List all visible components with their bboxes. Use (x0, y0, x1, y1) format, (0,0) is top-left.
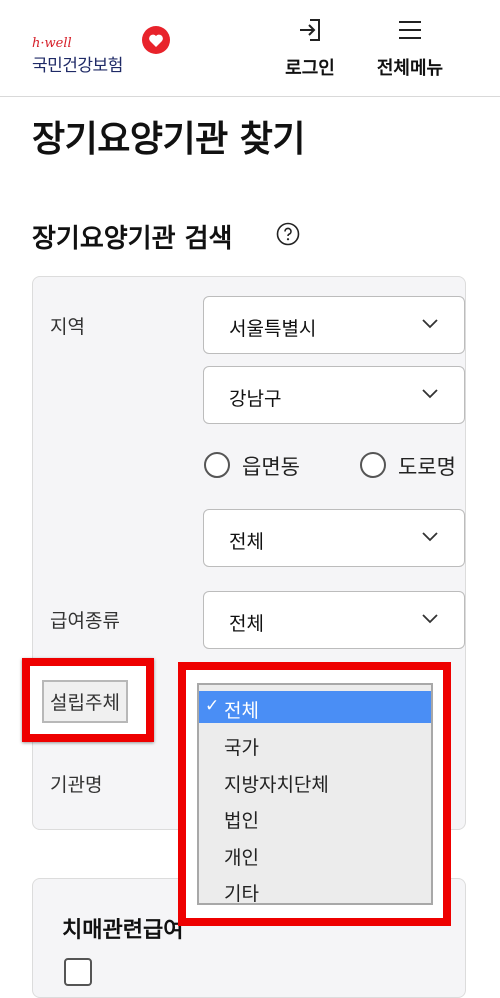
radio-circle[interactable] (204, 452, 230, 478)
founder-options-list[interactable]: ✓ 전체 국가 지방자치단체 법인 개인 기타 (197, 683, 433, 905)
founder-label-highlight: 설립주체 (22, 658, 154, 742)
region-city-value: 서울특별시 (229, 318, 317, 340)
benefit-type-select[interactable]: 전체 (203, 591, 465, 649)
region-sub-select[interactable]: 전체 (203, 509, 465, 567)
region-district-select[interactable]: 강남구 (203, 366, 465, 424)
benefit-type-label: 급여종류 (50, 610, 120, 632)
option-label: 법인 (224, 810, 259, 832)
chevron-down-icon (422, 319, 438, 329)
option-label: 개인 (224, 847, 259, 869)
region-sub-value: 전체 (229, 531, 264, 553)
option-local-government[interactable]: 지방자치단체 (199, 765, 431, 797)
option-label: 국가 (224, 737, 259, 759)
founder-dropdown-highlight: ✓ 전체 국가 지방자치단체 법인 개인 기타 (178, 662, 451, 926)
chevron-down-icon (422, 614, 438, 624)
option-label: 전체 (224, 700, 259, 722)
logo-hwell-text: h·well (32, 36, 72, 51)
logo-org-name: 국민건강보험 (32, 56, 123, 76)
section-title: 장기요양기관 검색 (32, 224, 233, 254)
all-menu-label: 전체메뉴 (376, 58, 444, 79)
site-header: h·well 국민건강보험 로그인 전체메뉴 (0, 0, 500, 97)
option-all[interactable]: ✓ 전체 (199, 691, 431, 723)
dementia-checkbox[interactable] (64, 958, 92, 986)
option-national[interactable]: 국가 (199, 728, 431, 760)
page-title: 장기요양기관 찾기 (32, 119, 306, 160)
chevron-down-icon (422, 532, 438, 542)
login-button[interactable]: 로그인 (280, 16, 340, 80)
dementia-section-title: 치매관련급여 (62, 918, 184, 943)
heart-logo-icon (142, 26, 170, 54)
login-label: 로그인 (285, 58, 335, 79)
region-label: 지역 (50, 316, 85, 338)
institution-name-label: 기관명 (50, 774, 103, 796)
option-label: 지방자치단체 (224, 774, 329, 796)
option-other[interactable]: 기타 (199, 874, 431, 906)
region-city-select[interactable]: 서울특별시 (203, 296, 465, 354)
checkmark-icon: ✓ (205, 696, 220, 716)
chevron-down-icon (422, 389, 438, 399)
benefit-type-value: 전체 (229, 613, 264, 635)
option-label: 기타 (224, 883, 259, 905)
radio-road-label: 도로명 (398, 455, 456, 479)
option-individual[interactable]: 개인 (199, 838, 431, 870)
all-menu-button[interactable]: 전체메뉴 (370, 16, 450, 80)
login-icon (300, 19, 320, 41)
hamburger-icon (399, 21, 421, 39)
region-district-value: 강남구 (229, 388, 282, 410)
radio-eupmyeondong-label: 읍면동 (242, 455, 300, 479)
founder-label: 설립주체 (42, 680, 128, 723)
help-icon[interactable] (276, 222, 300, 246)
option-corporation[interactable]: 법인 (199, 801, 431, 833)
radio-circle[interactable] (360, 452, 386, 478)
